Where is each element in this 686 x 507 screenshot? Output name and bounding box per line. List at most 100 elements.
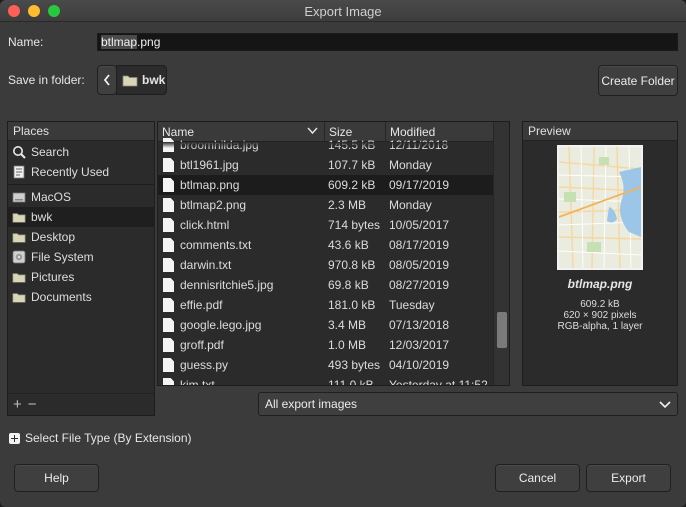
file-name: click.html (180, 218, 230, 232)
file-row[interactable]: comments.txt 43.6 kB 08/17/2019 (158, 235, 495, 255)
file-modified: 08/17/2019 (389, 238, 450, 252)
file-row[interactable]: kim.txt 111.0 kB Yesterday at 11:52 (158, 375, 495, 386)
file-size: 69.8 kB (328, 278, 369, 292)
file-icon (163, 258, 174, 272)
place-label: MacOS (31, 190, 72, 204)
file-row[interactable]: btlmap2.png 2.3 MB Monday (158, 195, 495, 215)
file-row[interactable]: guess.py 493 bytes 04/10/2019 (158, 355, 495, 375)
place-pictures[interactable]: Pictures (8, 267, 154, 287)
filename-input[interactable]: btlmap.png (97, 33, 678, 51)
file-row[interactable]: btlmap.png 609.2 kB 09/17/2019 (158, 175, 495, 195)
sort-descending-icon (307, 127, 318, 135)
create-folder-button[interactable]: Create Folder (598, 65, 678, 96)
file-size: 43.6 kB (328, 238, 369, 252)
name-label: Name: (8, 35, 44, 49)
file-name: comments.txt (180, 238, 252, 252)
file-icon (163, 318, 174, 332)
folder-icon (12, 232, 26, 243)
file-row[interactable]: google.lego.jpg 3.4 MB 07/13/2018 (158, 315, 495, 335)
file-icon (163, 278, 174, 292)
filename-selected-text: btlmap (101, 35, 138, 49)
preview-filename: btlmap.png (567, 277, 633, 291)
file-filter-select[interactable]: All export images (258, 392, 678, 416)
file-size: 970.8 kB (328, 258, 376, 272)
file-name: effie.pdf (180, 298, 223, 312)
places-panel: Places Search Recently Used MacOS bwk De… (7, 121, 155, 416)
place-recently-used[interactable]: Recently Used (8, 162, 154, 182)
file-modified: Monday (389, 198, 432, 212)
file-name: dennisritchie5.jpg (180, 278, 274, 292)
place-search[interactable]: Search (8, 142, 154, 162)
file-icon (163, 178, 174, 192)
file-name-cell: google.lego.jpg (158, 318, 324, 332)
folder-icon (122, 75, 138, 86)
select-file-type-expander[interactable]: Select File Type (By Extension) (9, 431, 192, 445)
save-in-folder-label: Save in folder: (8, 73, 85, 87)
place-documents[interactable]: Documents (8, 287, 154, 307)
places-header: Places (8, 122, 154, 141)
add-place-button[interactable]: + (13, 396, 22, 413)
path-crumb-bwk[interactable]: bwk (116, 65, 167, 95)
file-row[interactable]: dennisritchie5.jpg 69.8 kB 08/27/2019 (158, 275, 495, 295)
file-size: 714 bytes (328, 218, 381, 232)
file-name: darwin.txt (180, 258, 232, 272)
file-name-cell: dennisritchie5.jpg (158, 278, 324, 292)
file-size: 609.2 kB (328, 178, 376, 192)
file-name-cell: btlmap.png (158, 178, 324, 192)
file-rows: broomhilda.jpg145.5 kB12/11/2018btl1961.… (158, 135, 495, 386)
place-label: Pictures (31, 270, 75, 284)
file-row[interactable]: effie.pdf 181.0 kB Tuesday (158, 295, 495, 315)
place-desktop[interactable]: Desktop (8, 227, 154, 247)
chevron-left-icon (103, 74, 110, 86)
file-modified: 10/05/2017 (389, 218, 450, 232)
file-icon (163, 358, 174, 372)
folder-icon (12, 212, 26, 223)
file-icon (163, 218, 174, 232)
file-name-cell: darwin.txt (158, 258, 324, 272)
export-button[interactable]: Export (586, 464, 671, 492)
file-icon (163, 238, 174, 252)
search-icon (13, 146, 26, 159)
file-name-cell: groff.pdf (158, 338, 324, 352)
places-divider (8, 184, 154, 185)
remove-place-button[interactable]: − (28, 396, 37, 413)
window-title: Export Image (304, 4, 382, 19)
expand-plus-icon (9, 432, 20, 444)
help-button[interactable]: Help (14, 464, 99, 492)
place-label: File System (31, 250, 94, 264)
file-modified: 04/10/2019 (389, 358, 450, 372)
file-size: 3.4 MB (328, 318, 367, 332)
file-size: 1.0 MB (328, 338, 367, 352)
file-name-cell: click.html (158, 218, 324, 232)
file-size: 107.7 kB (328, 158, 376, 172)
file-row[interactable]: btl1961.jpg 107.7 kB Monday (158, 155, 495, 175)
file-icon (163, 338, 174, 352)
preview-file-size: 609.2 kB (580, 299, 620, 310)
place-macos[interactable]: MacOS (8, 187, 154, 207)
place-bwk[interactable]: bwk (8, 207, 154, 227)
file-modified: 08/27/2019 (389, 278, 450, 292)
file-filter-value: All export images (265, 397, 358, 411)
preview-panel: Preview btlmap.png 609.2 kB 620 × 902 pi… (522, 121, 678, 386)
file-row[interactable]: click.html 714 bytes 10/05/2017 (158, 215, 495, 235)
file-list-scrollbar[interactable] (493, 122, 509, 385)
file-row[interactable]: darwin.txt 970.8 kB 08/05/2019 (158, 255, 495, 275)
scrollbar-thumb[interactable] (497, 312, 507, 348)
drive-icon (12, 192, 26, 203)
cancel-button[interactable]: Cancel (495, 464, 580, 492)
filename-extension-text: .png (137, 35, 161, 49)
file-name: guess.py (180, 358, 229, 372)
file-modified: Monday (389, 158, 432, 172)
file-modified: Tuesday (389, 298, 435, 312)
place-file-system[interactable]: File System (8, 247, 154, 267)
file-icon (163, 298, 174, 312)
file-name-cell: comments.txt (158, 238, 324, 252)
file-row[interactable]: groff.pdf 1.0 MB 12/03/2017 (158, 335, 495, 355)
path-back-button[interactable] (97, 65, 117, 95)
map-thumbnail (557, 145, 643, 270)
file-icon (163, 378, 174, 385)
file-list: Name Size Modified broomhilda.jpg145.5 k… (157, 121, 510, 386)
file-modified: Yesterday at 11:52 (389, 378, 488, 386)
file-name-cell: kim.txt (158, 378, 324, 385)
file-name: btlmap2.png (180, 198, 247, 212)
